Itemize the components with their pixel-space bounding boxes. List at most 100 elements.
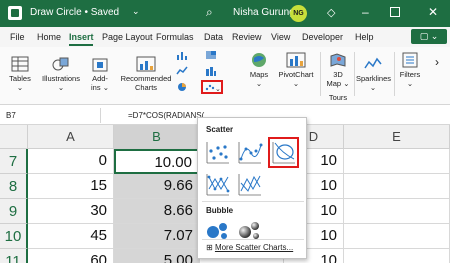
slicer-icon [402, 52, 418, 68]
more-scatter-charts-link[interactable]: ⊞ More Scatter Charts... [206, 243, 293, 252]
3d-map-label-2: Map [326, 79, 342, 88]
line-chart-icon[interactable] [176, 66, 188, 76]
row-header[interactable]: 11 [0, 249, 28, 263]
avatar[interactable]: NG [290, 5, 307, 22]
ribbon-divider [354, 52, 355, 96]
cell-b11[interactable]: 5.00 [114, 249, 200, 263]
scatter-chart-icon: ⌄ [205, 84, 221, 92]
tab-formulas[interactable]: Formulas [156, 32, 194, 42]
filters-label: Filters [399, 70, 421, 79]
maps-button[interactable]: Maps ⌄ [246, 52, 272, 88]
formula-input[interactable]: =D7*COS(RADIANS( [128, 109, 204, 122]
sparklines-icon [364, 57, 382, 69]
search-icon[interactable]: ⌕ [206, 5, 213, 20]
row-header[interactable]: 10 [0, 224, 28, 249]
cell-b7[interactable]: 10.00 [114, 149, 200, 174]
pivotchart-button[interactable]: PivotChart ⌄ [274, 52, 318, 88]
hierarchy-chart-icon[interactable] [205, 50, 217, 60]
chart-icon: ⊞ [206, 243, 213, 252]
user-name[interactable]: Nisha Gurung [233, 7, 295, 18]
recommended-label-2: Charts [134, 83, 158, 92]
3d-map-button[interactable]: 3D Map ⌄ [324, 52, 352, 88]
cell-e7[interactable] [344, 149, 450, 174]
diamond-icon[interactable]: ◇ [327, 6, 335, 19]
illustrations-button[interactable]: Illustrations ⌄ [38, 56, 84, 92]
chevron-down-icon[interactable]: ⌄ [132, 6, 140, 17]
scatter-smooth-lines-icon [272, 142, 295, 164]
tab-help[interactable]: Help [355, 32, 374, 42]
scatter-smooth-lines-markers-option[interactable] [236, 139, 263, 166]
cell-a11[interactable]: 60 [28, 249, 114, 263]
comments-share-icon[interactable]: ▢ ⌄ [411, 29, 447, 44]
scatter-straight-lines-option[interactable] [236, 171, 263, 198]
tab-developer[interactable]: Developer [302, 32, 343, 42]
scatter-markers-option[interactable] [204, 139, 231, 166]
scatter-smooth-lines-option[interactable] [268, 137, 299, 168]
ribbon-divider [320, 52, 321, 96]
pie-chart-icon[interactable] [176, 82, 188, 92]
cell-b8[interactable]: 9.66 [114, 174, 200, 199]
addins-icon [92, 58, 108, 72]
tab-home[interactable]: Home [37, 32, 61, 42]
row-header[interactable]: 8 [0, 174, 28, 199]
tab-page-layout[interactable]: Page Layout [102, 32, 153, 42]
addins-button[interactable]: Add- ins ⌄ [87, 56, 113, 92]
addins-label-2: ins [91, 83, 101, 92]
recommended-label-1: Recommended [120, 74, 172, 83]
row-header[interactable]: 7 [0, 149, 28, 174]
scatter-smooth-markers-icon [238, 142, 263, 164]
select-all-corner[interactable] [0, 125, 28, 149]
tab-file[interactable]: File [10, 32, 25, 42]
statistic-chart-icon[interactable] [205, 66, 217, 76]
scatter-straight-icon [238, 174, 261, 196]
cell-b10[interactable]: 7.07 [114, 224, 200, 249]
cell-a10[interactable]: 45 [28, 224, 114, 249]
cell-a7[interactable]: 0 [28, 149, 114, 174]
column-header-e[interactable]: E [344, 125, 450, 149]
scatter-straight-lines-markers-option[interactable] [204, 171, 231, 198]
cell-b9[interactable]: 8.66 [114, 199, 200, 224]
addins-label-1: Add- [92, 74, 108, 83]
formula-divider [100, 108, 101, 123]
close-icon[interactable]: ✕ [428, 5, 438, 19]
cell-a8[interactable]: 15 [28, 174, 114, 199]
ribbon-divider [394, 52, 395, 96]
tab-insert[interactable]: Insert [69, 32, 94, 42]
3d-bubble-chart-icon [239, 222, 259, 239]
cell-a9[interactable]: 30 [28, 199, 114, 224]
minimize-icon[interactable]: – [362, 5, 369, 19]
cell-e11[interactable] [344, 249, 450, 263]
sparklines-label: Sparklines [356, 74, 392, 83]
tab-review[interactable]: Review [232, 32, 262, 42]
tables-button[interactable]: Tables ⌄ [4, 56, 36, 92]
tab-data[interactable]: Data [204, 32, 223, 42]
table-icon [11, 56, 29, 72]
bubble-chart-icon [207, 223, 227, 239]
recommended-charts-button[interactable]: Recommended Charts [118, 56, 174, 92]
column-header-b[interactable]: B [114, 125, 200, 149]
column-header-a[interactable]: A [28, 125, 114, 149]
filters-button[interactable]: Filters ⌄ [398, 52, 422, 88]
ribbon-tabs: File Home Insert Page Layout Formulas Da… [0, 27, 450, 47]
shapes-icon [52, 57, 69, 71]
tables-label: Tables [9, 74, 31, 83]
illustrations-label: Illustrations [42, 74, 80, 83]
sparklines-button[interactable]: Sparklines ⌄ [356, 56, 392, 92]
tours-group-label: Tours [328, 93, 348, 102]
column-chart-icon[interactable] [176, 50, 188, 60]
maximize-icon[interactable] [390, 7, 400, 17]
tab-view[interactable]: View [271, 32, 290, 42]
active-tab-indicator [69, 44, 93, 46]
maps-label: Maps [249, 70, 269, 79]
name-box[interactable]: B7 [4, 109, 94, 122]
cell-e9[interactable] [344, 199, 450, 224]
3d-map-label-1: 3D [333, 70, 343, 79]
row-header[interactable]: 9 [0, 199, 28, 224]
scatter-markers-icon [206, 142, 229, 164]
title-bar: Draw Circle • Saved ⌄ ⌕ Nisha Gurung NG … [0, 0, 450, 27]
cell-e10[interactable] [344, 224, 450, 249]
ribbon-more-icon[interactable]: › [428, 56, 446, 68]
cell-e8[interactable] [344, 174, 450, 199]
insert-scatter-button[interactable]: ⌄ [201, 80, 223, 94]
dropdown-divider [202, 239, 304, 240]
